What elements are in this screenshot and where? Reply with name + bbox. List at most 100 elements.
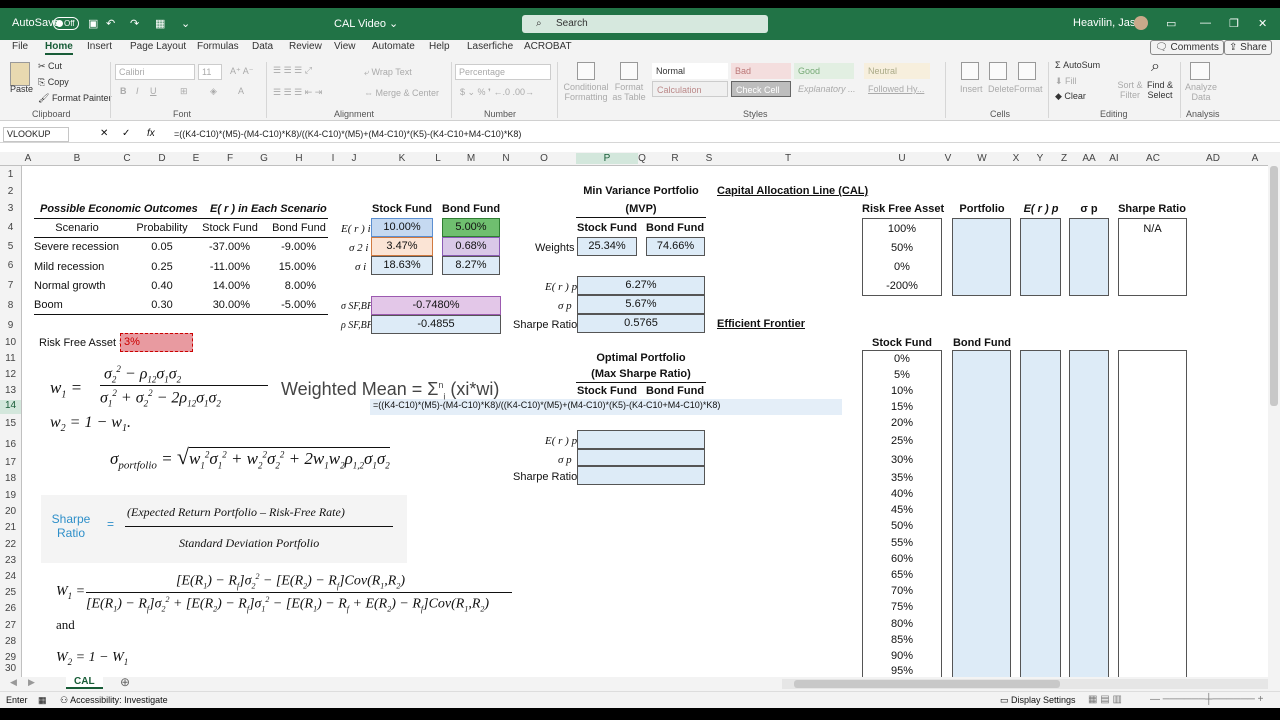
style-calculation[interactable]: Calculation [652, 81, 728, 97]
paste-button[interactable]: Paste [10, 84, 33, 94]
cancel-icon[interactable]: ✕ [100, 128, 108, 139]
optimal-er-cell[interactable] [577, 430, 705, 449]
sort-filter-button[interactable]: Sort & Filter [1115, 80, 1145, 100]
cal-er-column[interactable] [1020, 218, 1061, 296]
analyze-data-icon[interactable] [1190, 62, 1210, 80]
formula-input[interactable]: =((K4-C10)*(M5)-(M4-C10)*K8)/((K4-C10)*(… [174, 129, 521, 139]
optimal-sd-cell[interactable] [577, 449, 705, 466]
comments-button[interactable]: 🗨 Comments [1150, 40, 1224, 55]
minimize-icon[interactable]: — [1200, 17, 1211, 29]
scroll-thumb[interactable] [1270, 166, 1278, 406]
scenario-bond[interactable]: -9.00% [270, 241, 316, 253]
ef-er-column[interactable] [1020, 350, 1061, 677]
stock-sd-cell[interactable]: 18.63% [371, 256, 433, 275]
ef-weight[interactable]: 75% [863, 601, 941, 613]
ribbon-display-icon[interactable]: ▭ [1166, 17, 1176, 30]
find-select-button[interactable]: Find & Select [1145, 80, 1175, 100]
format-cells-icon[interactable] [1018, 62, 1036, 80]
row-header[interactable]: 19 [0, 490, 21, 501]
row-header[interactable]: 23 [0, 555, 21, 566]
column-header[interactable]: Y [1022, 153, 1058, 164]
align-top-icons[interactable]: ☰ ☰ ☰ ⤢ [273, 65, 312, 76]
scenario-bond[interactable]: -5.00% [270, 299, 316, 311]
row-header[interactable]: 10 [0, 337, 21, 348]
scenario-name[interactable]: Mild recession [34, 261, 104, 273]
sheet-tab-cal[interactable]: CAL [66, 676, 103, 689]
row-header[interactable]: 18 [0, 473, 21, 484]
column-header[interactable]: B [34, 153, 120, 164]
tab-formulas[interactable]: Formulas [197, 41, 239, 52]
column-header[interactable]: AA [1070, 153, 1108, 164]
column-header[interactable]: M [442, 153, 500, 164]
clear-button[interactable]: ◆ Clear [1055, 91, 1086, 102]
column-header[interactable]: G [258, 153, 270, 164]
column-header[interactable]: R [646, 153, 704, 164]
row-header[interactable]: 1 [0, 169, 21, 180]
scenario-stock[interactable]: -11.00% [202, 261, 250, 273]
prev-sheet-icon[interactable]: ◀ [10, 677, 17, 688]
row-header[interactable]: 17 [0, 457, 21, 468]
ef-weight[interactable]: 55% [863, 537, 941, 549]
column-header[interactable]: H [270, 153, 328, 164]
ef-weight[interactable]: 80% [863, 618, 941, 630]
column-header[interactable]: F [202, 153, 258, 164]
ef-weight[interactable]: 35% [863, 472, 941, 484]
scenario-prob[interactable]: 0.30 [134, 299, 190, 311]
style-bad[interactable]: Bad [731, 63, 791, 79]
row-header[interactable]: 5 [0, 241, 21, 252]
ef-weight[interactable]: 70% [863, 585, 941, 597]
ef-weight[interactable]: 15% [863, 401, 941, 413]
tab-file[interactable]: File [12, 41, 28, 52]
conditional-formatting-icon[interactable] [577, 62, 595, 80]
row-header[interactable]: 3 [0, 203, 21, 214]
ef-weight[interactable]: 50% [863, 520, 941, 532]
column-header[interactable]: O [512, 153, 576, 164]
number-format-icons[interactable]: $ ⌄ % ❜ ←.0 .00→ [460, 87, 534, 98]
row-header-selected[interactable]: 14 [0, 400, 21, 414]
share-button[interactable]: ⇪ Share [1224, 40, 1272, 55]
column-header[interactable]: U [862, 153, 942, 164]
cal-rf-value[interactable]: 100% [863, 223, 941, 235]
column-header[interactable]: X [1010, 153, 1022, 164]
row-header[interactable]: 7 [0, 280, 21, 291]
quick-access-icon[interactable]: ▦ [155, 17, 165, 30]
delete-cells-button[interactable]: Delete [988, 84, 1014, 94]
row-header[interactable]: 11 [0, 353, 21, 364]
column-header[interactable]: A [22, 153, 34, 164]
wrap-text-button[interactable]: ⤶ Wrap Text [364, 67, 412, 78]
scenario-prob[interactable]: 0.40 [134, 280, 190, 292]
row-header[interactable]: 29 [0, 652, 21, 663]
view-icons[interactable]: ▦ ▤ ▥ [1088, 694, 1122, 705]
mvp-sd-cell[interactable]: 5.67% [577, 295, 705, 314]
font-grow-icon[interactable]: A⁺ A⁻ [230, 66, 254, 77]
customize-toolbar-icon[interactable]: ⌄ [181, 17, 190, 30]
scenario-prob[interactable]: 0.05 [134, 241, 190, 253]
insert-cells-icon[interactable] [961, 62, 979, 80]
style-check-cell[interactable]: Check Cell [731, 81, 791, 97]
horizontal-scrollbar[interactable] [782, 679, 1268, 689]
row-header[interactable]: 4 [0, 222, 21, 233]
display-settings-button[interactable]: ▭ Display Settings [1000, 695, 1076, 706]
bond-sd-cell[interactable]: 8.27% [442, 256, 500, 275]
scenario-name[interactable]: Severe recession [34, 241, 119, 253]
mvp-stock-weight-cell[interactable]: 25.34% [577, 237, 637, 256]
number-format-box[interactable]: Percentage [455, 64, 551, 80]
style-good[interactable]: Good [794, 63, 854, 79]
cal-sd-column[interactable] [1069, 218, 1109, 296]
row-header[interactable]: 6 [0, 260, 21, 271]
row-header[interactable]: 20 [0, 506, 21, 517]
optimal-sharpe-cell[interactable] [577, 466, 705, 485]
ef-weight[interactable]: 10% [863, 385, 941, 397]
row-header[interactable]: 13 [0, 385, 21, 396]
column-header[interactable]: I [328, 153, 338, 164]
tab-help[interactable]: Help [429, 41, 450, 52]
style-neutral[interactable]: Neutral [864, 63, 930, 79]
ef-weight[interactable]: 20% [863, 417, 941, 429]
autosave-toggle[interactable]: Off [53, 17, 79, 30]
column-header[interactable]: W [954, 153, 1010, 164]
stock-er-cell[interactable]: 10.00% [371, 218, 433, 237]
row-header[interactable]: 16 [0, 439, 21, 450]
column-header[interactable]: K [370, 153, 434, 164]
ef-sharpe-column[interactable] [1118, 350, 1187, 677]
close-icon[interactable]: ✕ [1258, 17, 1267, 30]
